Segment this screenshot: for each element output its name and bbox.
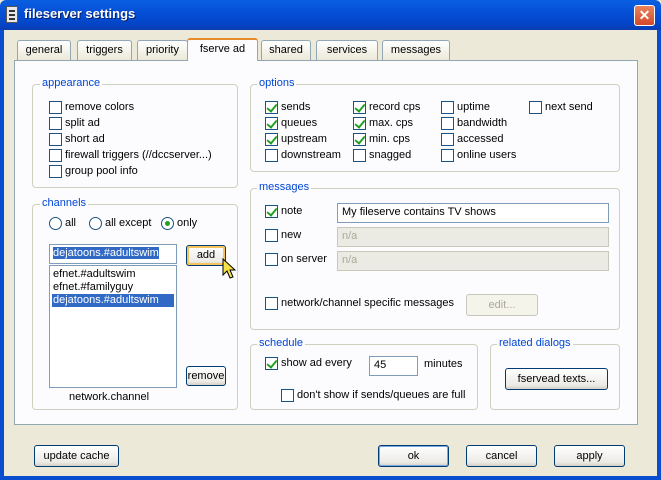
remove-colors-label: remove colors [65,101,135,113]
minutes-label: minutes [424,358,463,370]
max-cps-checkbox[interactable] [353,117,366,130]
minutes-input[interactable]: 45 [369,356,418,376]
messages-legend: messages [257,181,312,193]
ok-button[interactable]: ok [378,445,449,467]
split-ad-label: split ad [65,117,100,129]
snagged-checkbox[interactable] [353,149,366,162]
record-cps-label: record cps [369,101,421,113]
app-icon [6,6,18,23]
queues-checkbox[interactable] [265,117,278,130]
on-server-input[interactable]: n/a [337,251,609,271]
short-ad-checkbox[interactable] [49,133,62,146]
group-pool-info-label: group pool info [65,165,138,177]
note-input[interactable]: My fileserve contains TV shows [337,203,609,223]
uptime-checkbox[interactable] [441,101,454,114]
radio-all[interactable] [49,217,62,230]
channel-list[interactable]: efnet.#adultswim efnet.#familyguy dejato… [49,265,177,388]
new-checkbox[interactable] [265,229,278,242]
online-users-label: online users [457,149,517,161]
close-button[interactable]: ✕ [634,5,655,26]
add-button[interactable]: add [186,245,226,266]
options-legend: options [257,77,297,89]
tab-triggers[interactable]: triggers [77,40,132,60]
new-input[interactable]: n/a [337,227,609,247]
tab-services[interactable]: services [316,40,378,60]
downstream-checkbox[interactable] [265,149,278,162]
firewall-triggers-label: firewall triggers (//dccserver...) [65,149,212,161]
fservead-texts-button[interactable]: fservead texts... [505,368,608,390]
dont-show-label: don't show if sends/queues are full [297,389,466,401]
radio-all-except[interactable] [89,217,102,230]
tab-messages[interactable]: messages [382,40,450,60]
accessed-label: accessed [457,133,504,145]
upstream-label: upstream [281,133,327,145]
update-cache-button[interactable]: update cache [34,445,119,467]
sends-label: sends [281,101,311,113]
schedule-legend: schedule [257,337,306,349]
bandwidth-label: bandwidth [457,117,508,129]
radio-only[interactable] [161,217,174,230]
next-send-checkbox[interactable] [529,101,542,114]
channel-input[interactable]: dejatoons.#adultswim [49,244,177,264]
max-cps-label: max. cps [369,117,414,129]
snagged-label: snagged [369,149,412,161]
list-item[interactable]: efnet.#adultswim [52,268,174,281]
bandwidth-checkbox[interactable] [441,117,454,130]
radio-all-except-label: all except [105,217,152,229]
next-send-label: next send [545,101,593,113]
channels-caption: network.channel [69,391,150,403]
uptime-label: uptime [457,101,491,113]
apply-button[interactable]: apply [554,445,625,467]
min-cps-label: min. cps [369,133,410,145]
cancel-button[interactable]: cancel [466,445,537,467]
remove-colors-checkbox[interactable] [49,101,62,114]
dont-show-checkbox[interactable] [281,389,294,402]
appearance-legend: appearance [40,77,103,89]
related-dialogs-legend: related dialogs [497,337,573,349]
online-users-checkbox[interactable] [441,149,454,162]
tab-priority[interactable]: priority [137,40,188,60]
network-specific-checkbox[interactable] [265,297,278,310]
window-frame-bottom [0,476,661,480]
window-title: fileserver settings [24,6,136,21]
on-server-label: on server [281,253,327,265]
show-ad-checkbox[interactable] [265,357,278,370]
split-ad-checkbox[interactable] [49,117,62,130]
remove-button[interactable]: remove [186,366,226,386]
channel-input-selection: dejatoons.#adultswim [53,247,159,259]
downstream-label: downstream [281,149,341,161]
new-label: new [281,229,302,241]
cursor-icon [222,258,236,279]
min-cps-checkbox[interactable] [353,133,366,146]
channels-legend: channels [40,197,89,209]
window-frame-left [0,30,4,480]
record-cps-checkbox[interactable] [353,101,366,114]
group-pool-info-checkbox[interactable] [49,165,62,178]
tab-general[interactable]: general [17,40,71,60]
firewall-triggers-checkbox[interactable] [49,149,62,162]
note-label: note [281,205,303,217]
upstream-checkbox[interactable] [265,133,278,146]
edit-button[interactable]: edit... [466,294,538,316]
radio-only-label: only [177,217,198,229]
short-ad-label: short ad [65,133,105,145]
list-item[interactable]: efnet.#familyguy [52,281,174,294]
queues-label: queues [281,117,318,129]
radio-all-label: all [65,217,77,229]
sends-checkbox[interactable] [265,101,278,114]
show-ad-label: show ad every [281,357,352,369]
note-checkbox[interactable] [265,205,278,218]
window-frame-right [657,30,661,480]
tab-shared[interactable]: shared [261,40,311,60]
tab-fserve-ad[interactable]: fserve ad [187,38,258,61]
accessed-checkbox[interactable] [441,133,454,146]
on-server-checkbox[interactable] [265,253,278,266]
list-item-selected[interactable]: dejatoons.#adultswim [52,294,174,307]
network-specific-label: network/channel specific messages [281,297,455,309]
